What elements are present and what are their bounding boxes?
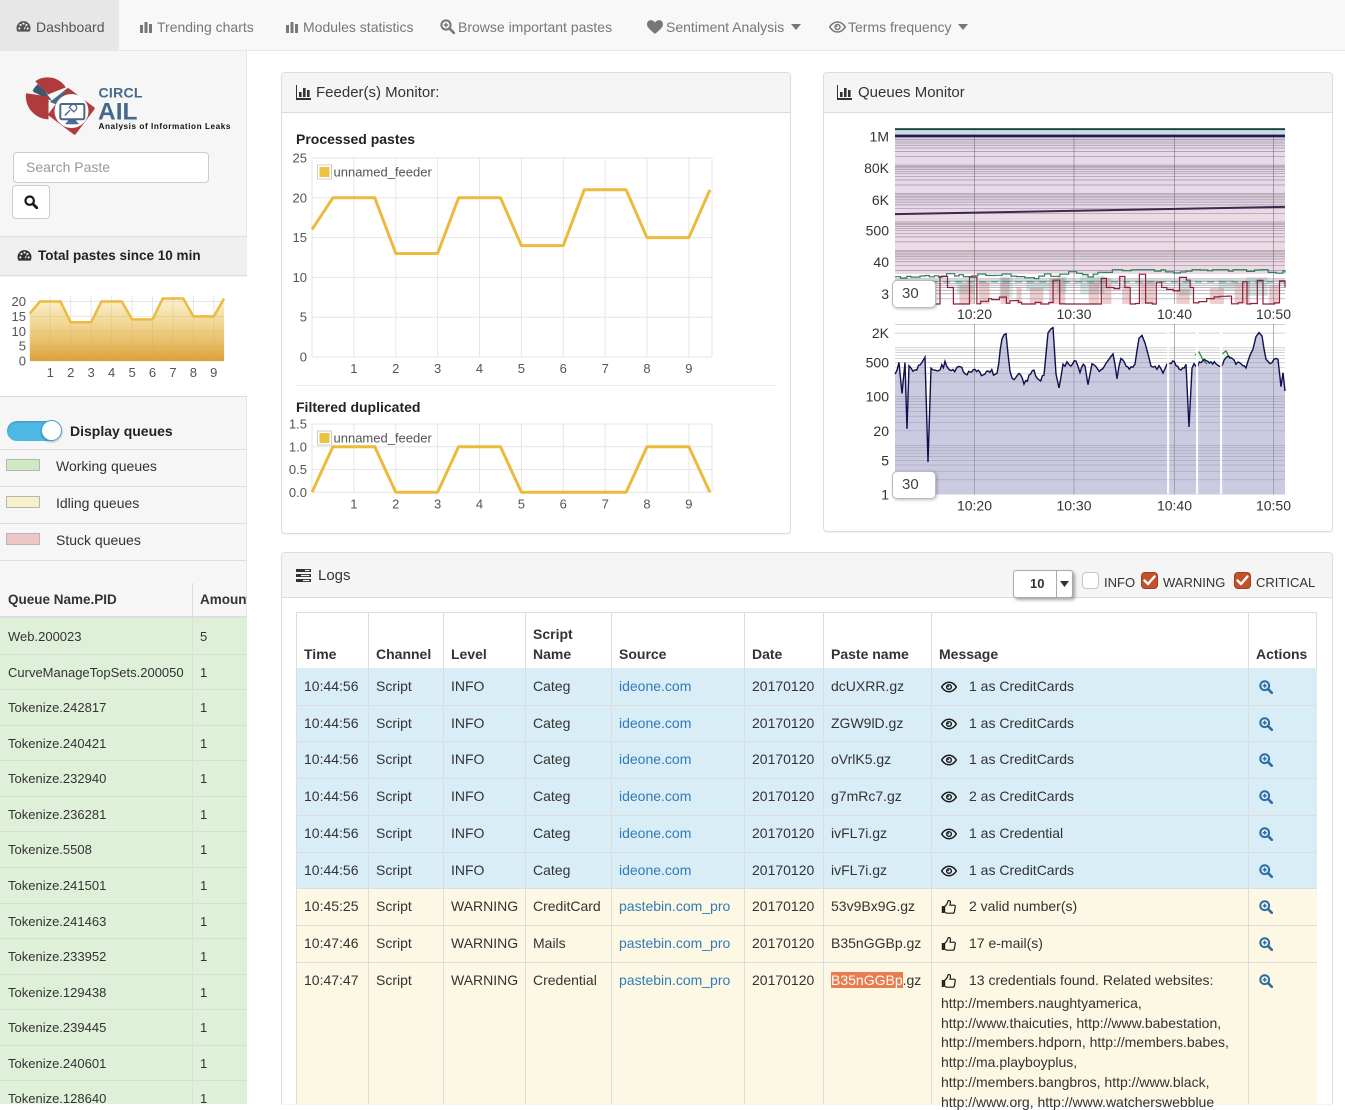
svg-text:2K: 2K — [872, 325, 890, 341]
svg-text:6: 6 — [560, 361, 567, 376]
svg-text:4: 4 — [108, 365, 115, 380]
svg-text:3: 3 — [881, 286, 889, 302]
svg-text:0: 0 — [300, 350, 307, 365]
svg-text:5: 5 — [518, 496, 525, 511]
svg-text:unnamed_feeder: unnamed_feeder — [334, 431, 433, 446]
svg-text:1.5: 1.5 — [289, 417, 307, 432]
svg-text:500: 500 — [866, 223, 890, 239]
svg-text:1: 1 — [881, 487, 889, 503]
svg-text:80K: 80K — [864, 160, 890, 176]
svg-text:5: 5 — [19, 339, 26, 354]
svg-text:40: 40 — [873, 254, 889, 270]
svg-text:1: 1 — [47, 365, 54, 380]
svg-text:0: 0 — [19, 354, 26, 369]
svg-text:10:20: 10:20 — [957, 498, 992, 514]
svg-text:8: 8 — [643, 361, 650, 376]
svg-text:unnamed_feeder: unnamed_feeder — [334, 165, 433, 180]
svg-text:2: 2 — [392, 361, 399, 376]
svg-text:7: 7 — [602, 361, 609, 376]
svg-text:3: 3 — [434, 361, 441, 376]
svg-text:20: 20 — [293, 190, 307, 205]
svg-text:Analysis of Information Leaks: Analysis of Information Leaks — [99, 122, 231, 131]
svg-text:10:50: 10:50 — [1256, 498, 1291, 514]
svg-text:3: 3 — [434, 496, 441, 511]
svg-text:6: 6 — [149, 365, 156, 380]
svg-text:5: 5 — [518, 361, 525, 376]
svg-text:9: 9 — [685, 361, 692, 376]
svg-text:15: 15 — [293, 230, 307, 245]
svg-text:8: 8 — [190, 365, 197, 380]
svg-text:6: 6 — [560, 496, 567, 511]
svg-text:0.5: 0.5 — [289, 462, 307, 477]
svg-text:10:40: 10:40 — [1157, 498, 1192, 514]
svg-text:9: 9 — [685, 496, 692, 511]
svg-text:7: 7 — [602, 496, 609, 511]
svg-text:5: 5 — [300, 310, 307, 325]
svg-text:4: 4 — [476, 361, 483, 376]
svg-text:5: 5 — [881, 452, 889, 468]
svg-text:2: 2 — [67, 365, 74, 380]
svg-text:0.0: 0.0 — [289, 485, 307, 500]
svg-text:1: 1 — [350, 496, 357, 511]
svg-text:100: 100 — [866, 389, 890, 405]
svg-text:4: 4 — [476, 496, 483, 511]
svg-text:1M: 1M — [870, 129, 889, 145]
svg-text:2: 2 — [392, 496, 399, 511]
svg-text:10:30: 10:30 — [1056, 498, 1091, 514]
svg-text:10: 10 — [293, 270, 307, 285]
svg-text:6K: 6K — [872, 192, 890, 208]
svg-text:8: 8 — [643, 496, 650, 511]
svg-text:1.0: 1.0 — [289, 439, 307, 454]
svg-text:25: 25 — [293, 151, 307, 166]
svg-text:7: 7 — [169, 365, 176, 380]
svg-text:5: 5 — [128, 365, 135, 380]
svg-text:500: 500 — [866, 355, 890, 371]
svg-text:9: 9 — [210, 365, 217, 380]
svg-text:15: 15 — [12, 309, 26, 324]
svg-text:3: 3 — [87, 365, 94, 380]
svg-text:20: 20 — [873, 423, 889, 439]
svg-text:1: 1 — [350, 361, 357, 376]
svg-text:10: 10 — [12, 324, 26, 339]
svg-text:20: 20 — [12, 294, 26, 309]
